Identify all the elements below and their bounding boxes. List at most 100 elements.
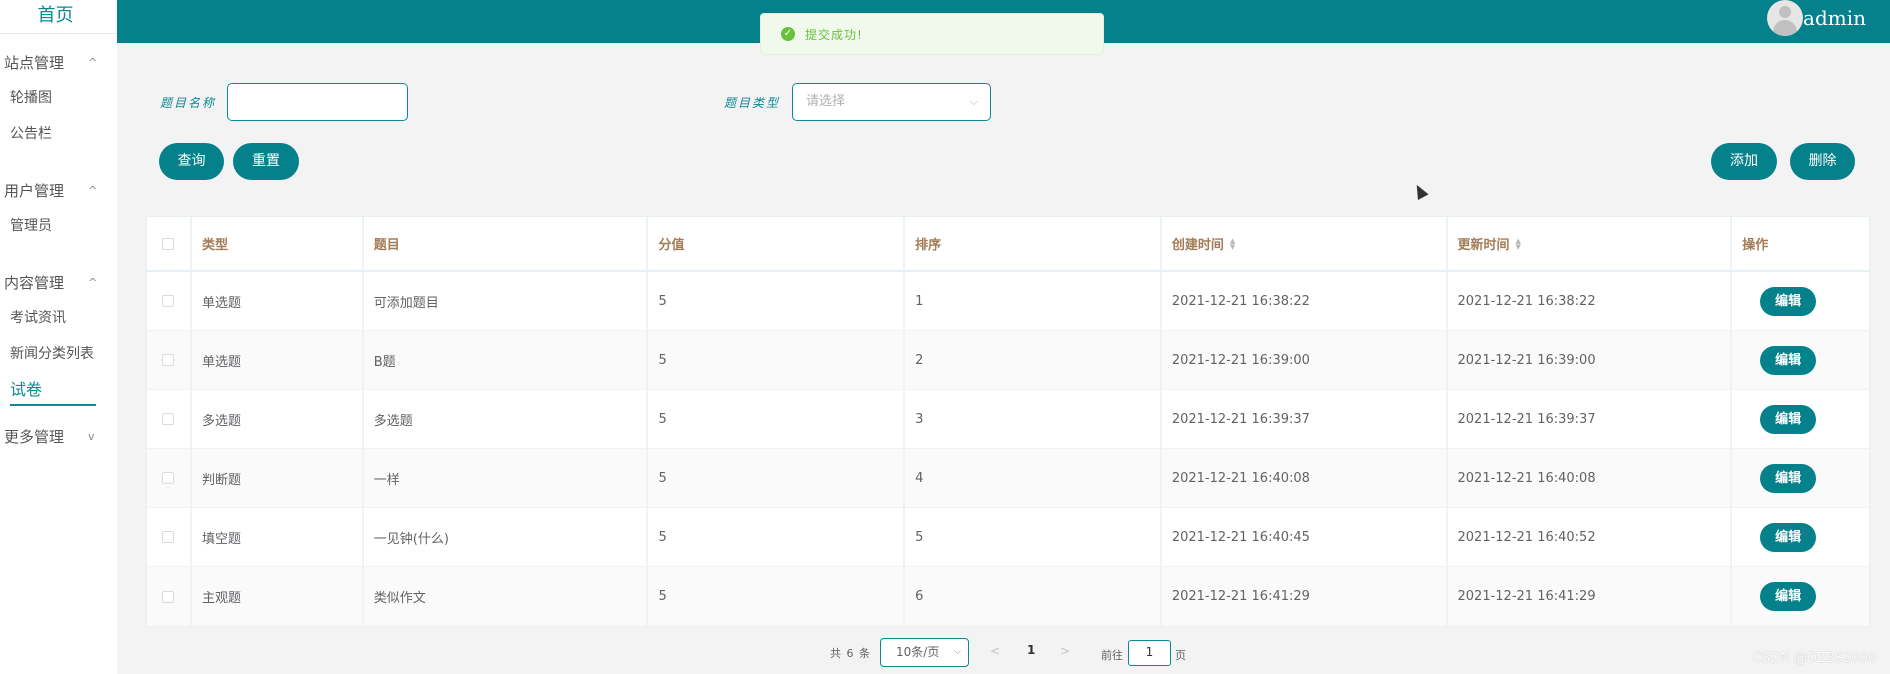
- cell-updated: 2021-12-21 16:39:00: [1448, 331, 1733, 389]
- sort-icon[interactable]: ▲ ▼: [1516, 237, 1521, 250]
- header-score-label: 分值: [658, 238, 685, 253]
- sidebar-item-exam-paper[interactable]: 试卷: [0, 372, 117, 408]
- header-type-label: 类型: [201, 238, 228, 253]
- table-row: 主观题 类似作文 5 6 2021-12-21 16:41:29 2021-12…: [147, 567, 1869, 626]
- edit-button[interactable]: 编辑: [1760, 582, 1817, 611]
- row-select-cell: [147, 508, 192, 566]
- row-checkbox[interactable]: [162, 590, 175, 603]
- page-suffix-label: 页: [1175, 649, 1186, 662]
- cell-type: 主观题: [192, 567, 364, 626]
- cell-type: 多选题: [192, 390, 364, 448]
- title-type-label: 题目类型: [724, 96, 781, 110]
- edit-button[interactable]: 编辑: [1760, 463, 1817, 493]
- cell-title: 可添加题目: [364, 272, 649, 330]
- cell-updated: 2021-12-21 16:40:08: [1448, 449, 1733, 507]
- cell-title: 类似作文: [364, 567, 649, 626]
- goto-label: 前往: [1101, 649, 1123, 662]
- cell-order: 5: [905, 508, 1162, 566]
- header-score: 分值: [648, 217, 906, 270]
- table-row: 填空题 一见钟(什么) 5 5 2021-12-21 16:40:45 2021…: [147, 508, 1869, 567]
- delete-button[interactable]: 删除: [1790, 143, 1855, 180]
- header-updated-label: 更新时间: [1457, 238, 1510, 253]
- title-type-select[interactable]: 请选择 ⌵: [792, 83, 991, 121]
- row-checkbox[interactable]: [162, 295, 175, 307]
- table-row: 多选题 多选题 5 3 2021-12-21 16:39:37 2021-12-…: [147, 390, 1869, 449]
- cell-created: 2021-12-21 16:39:37: [1162, 390, 1448, 448]
- pagination-total: 共 6 条: [830, 647, 871, 660]
- header-created[interactable]: 创建时间 ▲ ▼: [1162, 217, 1448, 270]
- menu-group-site-header[interactable]: 站点管理 ^: [0, 46, 117, 80]
- table-row: 判断题 一样 5 4 2021-12-21 16:40:08 2021-12-2…: [147, 449, 1869, 508]
- page-size-select[interactable]: 10条/页 ⌵: [880, 638, 969, 667]
- chevron-down-icon: ⌵: [969, 95, 978, 108]
- chevron-up-icon: ^: [88, 184, 98, 197]
- edit-button[interactable]: 编辑: [1760, 404, 1817, 434]
- add-button[interactable]: 添加: [1711, 143, 1777, 180]
- cell-created: 2021-12-21 16:40:08: [1162, 449, 1448, 507]
- sidebar-item-news-category[interactable]: 新闻分类列表: [0, 336, 117, 372]
- row-checkbox[interactable]: [162, 472, 175, 484]
- cell-created: 2021-12-21 16:40:45: [1162, 508, 1448, 566]
- menu-group-user-header[interactable]: 用户管理 ^: [0, 174, 117, 208]
- cell-order: 1: [905, 272, 1162, 330]
- title-name-input[interactable]: [227, 83, 408, 121]
- chevron-down-icon: ⌵: [954, 647, 961, 657]
- chevron-down-icon: v: [88, 430, 95, 443]
- cell-updated: 2021-12-21 16:39:37: [1448, 390, 1733, 448]
- sort-icon[interactable]: ▲ ▼: [1230, 237, 1235, 250]
- cell-created: 2021-12-21 16:39:00: [1162, 331, 1448, 389]
- cell-order: 4: [905, 449, 1162, 507]
- cell-title: 一样: [364, 449, 649, 507]
- table-row: 单选题 可添加题目 5 1 2021-12-21 16:38:22 2021-1…: [147, 272, 1869, 331]
- avatar-head: [1779, 6, 1791, 18]
- cell-order: 6: [905, 567, 1162, 626]
- avatar-body: [1773, 20, 1797, 36]
- question-table: 类型 题目 分值 排序 创建时间 ▲ ▼ 更新时间 ▲ ▼ 操作 单选题 可添加题目 5…: [146, 216, 1870, 627]
- menu-group-user: 用户管理 ^ 管理员: [0, 174, 117, 244]
- reset-button[interactable]: 重置: [233, 143, 299, 180]
- sidebar-item-notice[interactable]: 公告栏: [0, 116, 117, 152]
- cell-order: 3: [905, 390, 1162, 448]
- next-page-button[interactable]: >: [1060, 644, 1070, 658]
- cell-title: B题: [364, 331, 649, 389]
- cell-title: 多选题: [364, 390, 649, 448]
- cell-score: 5: [648, 449, 906, 507]
- page-number-1[interactable]: 1: [1027, 643, 1035, 657]
- chevron-up-icon: ^: [88, 56, 98, 69]
- menu-group-more-title: 更多管理: [4, 428, 65, 446]
- cell-created: 2021-12-21 16:41:29: [1162, 567, 1448, 626]
- user-avatar-icon[interactable]: [1767, 0, 1803, 36]
- header-updated[interactable]: 更新时间 ▲ ▼: [1448, 217, 1733, 270]
- row-checkbox[interactable]: [162, 531, 175, 543]
- header-title: 题目: [364, 217, 649, 270]
- select-all-checkbox[interactable]: [162, 237, 175, 250]
- sidebar-item-exam-news[interactable]: 考试资讯: [0, 300, 117, 336]
- edit-button[interactable]: 编辑: [1760, 345, 1817, 375]
- sidebar-item-carousel[interactable]: 轮播图: [0, 80, 117, 116]
- header-title-label: 题目: [373, 238, 400, 253]
- menu-group-site-title: 站点管理: [4, 54, 65, 72]
- row-select-cell: [147, 272, 192, 330]
- row-checkbox[interactable]: [162, 354, 175, 366]
- row-checkbox[interactable]: [162, 413, 175, 425]
- menu-group-content-header[interactable]: 内容管理 ^: [0, 266, 117, 300]
- goto-page-input[interactable]: 1: [1128, 640, 1171, 666]
- cell-action: 编辑: [1732, 508, 1869, 566]
- sidebar-home-link[interactable]: 首页: [0, 0, 117, 34]
- cell-order: 2: [905, 331, 1162, 389]
- cell-action: 编辑: [1732, 449, 1869, 507]
- query-button[interactable]: 查询: [159, 143, 224, 180]
- table-row: 单选题 B题 5 2 2021-12-21 16:39:00 2021-12-2…: [147, 331, 1869, 390]
- username[interactable]: admin: [1803, 6, 1866, 30]
- title-type-placeholder: 请选择: [806, 94, 846, 109]
- menu-group-user-title: 用户管理: [4, 182, 65, 200]
- menu-group-more-header[interactable]: 更多管理 v: [0, 420, 117, 454]
- prev-page-button[interactable]: <: [990, 644, 1000, 658]
- sidebar-item-admin[interactable]: 管理员: [0, 208, 117, 244]
- success-toast: ✓ 提交成功!: [760, 13, 1104, 55]
- edit-button[interactable]: 编辑: [1760, 522, 1817, 552]
- cell-type: 单选题: [192, 272, 364, 330]
- menu-group-content: 内容管理 ^ 考试资讯 新闻分类列表 试卷: [0, 266, 117, 406]
- edit-button[interactable]: 编辑: [1760, 286, 1817, 316]
- cell-updated: 2021-12-21 16:40:52: [1448, 508, 1733, 566]
